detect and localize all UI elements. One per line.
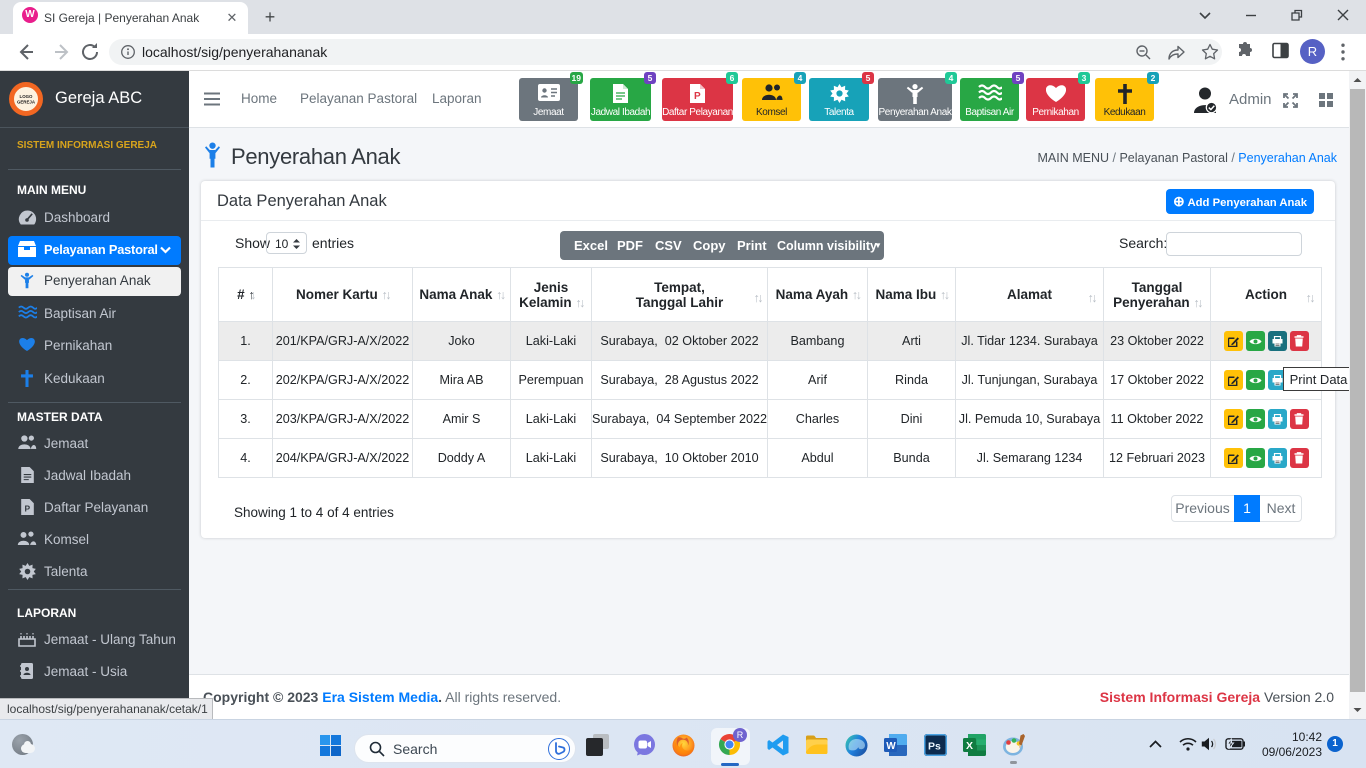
svg-text:X: X (966, 740, 973, 752)
svg-text:LOGO: LOGO (20, 94, 34, 99)
svg-text:Ps: Ps (928, 741, 941, 753)
svg-text:GEREJA: GEREJA (17, 99, 36, 104)
svg-text:P: P (24, 504, 30, 514)
svg-text:P: P (694, 91, 701, 102)
svg-text:W: W (886, 741, 896, 752)
